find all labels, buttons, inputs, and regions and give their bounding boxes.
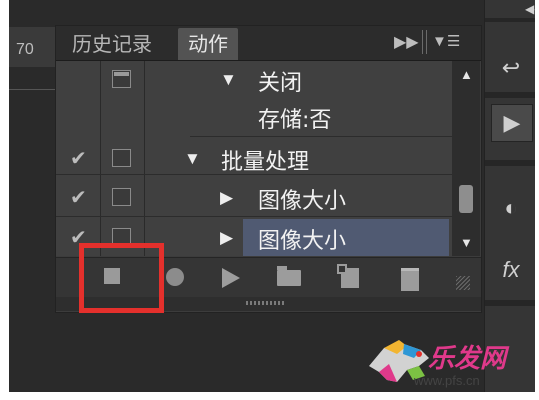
list-item[interactable]: ✔ ▶ 图像大小	[56, 179, 452, 216]
row-divider	[190, 136, 452, 137]
scrollbar[interactable]: ▲ ▼	[452, 61, 480, 256]
dialog-toggle-icon[interactable]	[112, 149, 131, 167]
list-item[interactable]: 存储:否	[56, 98, 452, 135]
scroll-down-icon[interactable]: ▼	[460, 235, 473, 250]
fx-icon[interactable]: fx	[491, 252, 531, 288]
actions-play-icon[interactable]: ▶	[491, 104, 533, 142]
column-divider	[100, 61, 101, 256]
action-label: 图像大小	[258, 189, 347, 214]
action-label: 图像大小	[258, 229, 347, 254]
double-chevron-right-icon[interactable]: ▶▶	[394, 32, 419, 52]
actions-list: ▼ 关闭 存储:否 ✔ ▼ 批量处理 ✔ ▶ 图像大小 ✔ ▶ 图像大小	[56, 61, 452, 256]
history-icon[interactable]: ↩	[491, 50, 531, 86]
triangle-down-icon[interactable]: ▼	[184, 149, 201, 169]
right-dock: ◀◀ ↩ ▶ ◐ fx	[484, 0, 535, 392]
record-icon[interactable]	[166, 268, 184, 286]
ruler: 70	[9, 27, 56, 90]
resize-grip-icon[interactable]	[456, 276, 470, 290]
photoshop-workspace: 70 历史记录 动作 ▶▶ ▼☰ ▼ 关闭 存储:否 ✔ ▼ 批量处理 ✔ ▶ …	[9, 0, 535, 392]
brush-preset-icon[interactable]: ◐	[491, 190, 531, 226]
tab-actions[interactable]: 动作	[178, 28, 238, 60]
delete-icon[interactable]	[401, 268, 419, 291]
ruler-tick	[9, 89, 55, 90]
dialog-toggle-icon[interactable]	[112, 70, 131, 88]
stop-button-highlight	[79, 243, 164, 313]
dock-divider	[485, 160, 535, 166]
panel-divider	[422, 30, 427, 54]
triangle-right-icon[interactable]: ▶	[220, 188, 233, 208]
dock-divider	[485, 300, 535, 306]
action-label: 关闭	[258, 71, 303, 96]
watermark-url: www.pfs.cn	[414, 373, 480, 388]
new-set-folder-icon[interactable]	[277, 266, 301, 286]
row-divider	[56, 216, 452, 217]
dock-divider	[485, 92, 535, 98]
row-divider	[56, 174, 452, 175]
play-icon[interactable]	[222, 268, 240, 288]
resize-handle[interactable]	[246, 301, 286, 305]
watermark-text: 乐发网	[428, 344, 507, 374]
triangle-right-icon[interactable]: ▶	[220, 228, 233, 248]
tab-history[interactable]: 历史记录	[62, 28, 162, 60]
check-icon[interactable]: ✔	[70, 146, 90, 171]
new-action-icon[interactable]	[337, 264, 359, 288]
panel-tab-bar: 历史记录 动作 ▶▶ ▼☰	[56, 26, 481, 61]
list-item[interactable]: ✔ ▼ 批量处理	[56, 140, 452, 177]
list-item[interactable]: ▼ 关闭	[56, 61, 452, 98]
ruler-value: 70	[16, 41, 34, 58]
dock-bar	[485, 18, 535, 22]
action-label: 批量处理	[221, 150, 310, 175]
panel-menu-icon[interactable]: ▼☰	[432, 32, 460, 50]
dialog-toggle-icon[interactable]	[112, 188, 131, 206]
triangle-down-icon[interactable]: ▼	[220, 70, 237, 90]
scroll-thumb[interactable]	[459, 185, 473, 213]
dock-collapse-icon[interactable]: ◀◀	[525, 2, 535, 16]
check-icon[interactable]: ✔	[70, 185, 90, 210]
action-label: 存储:否	[258, 108, 332, 133]
column-divider	[144, 61, 145, 256]
scroll-up-icon[interactable]: ▲	[460, 67, 473, 82]
